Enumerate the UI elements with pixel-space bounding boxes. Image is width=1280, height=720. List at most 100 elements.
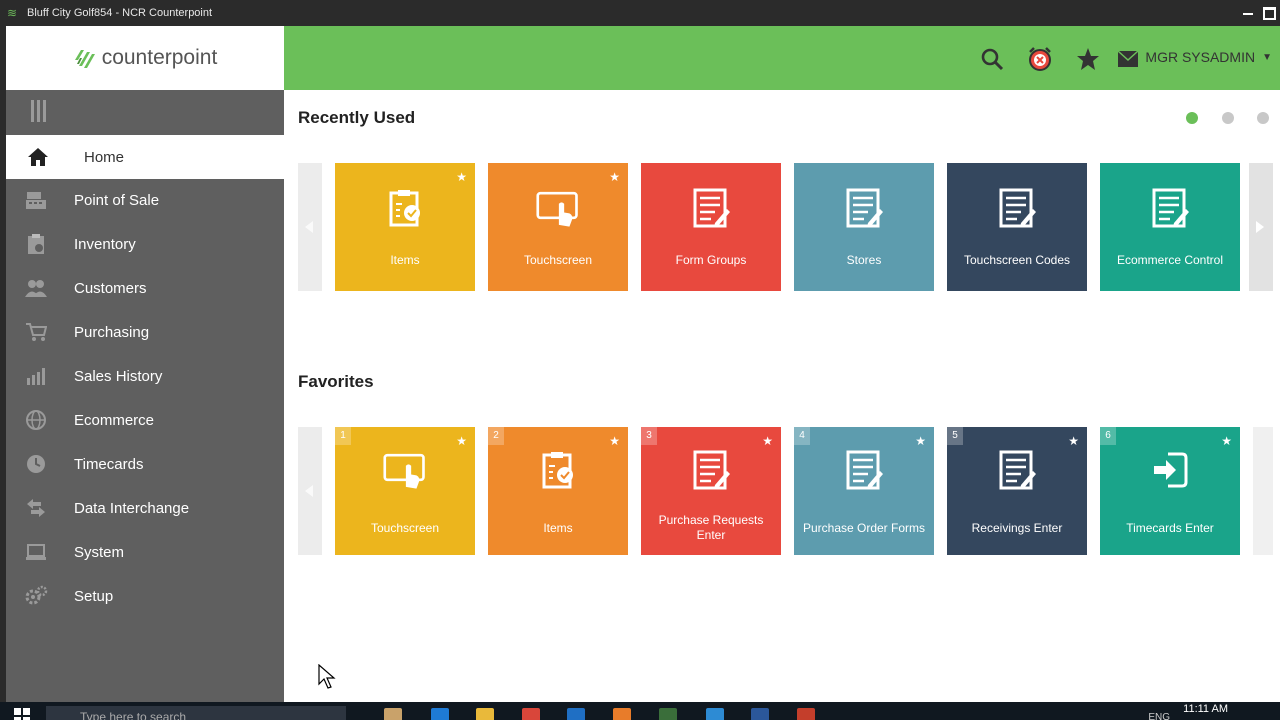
sidebar-item-label: Data Interchange xyxy=(74,499,190,517)
search-icon[interactable] xyxy=(979,46,1005,72)
tile-form-groups[interactable]: Form Groups xyxy=(641,163,781,291)
bar-chart-icon xyxy=(23,363,49,389)
word-icon[interactable] xyxy=(751,708,769,720)
app-logo-icon: ≋ xyxy=(7,6,18,20)
tile-stores[interactable]: Stores xyxy=(794,163,934,291)
firefox-icon[interactable] xyxy=(613,708,631,720)
sidebar-item-label: Home xyxy=(84,148,125,166)
favorites-title: Favorites xyxy=(298,372,374,391)
form-icon xyxy=(999,188,1036,228)
tile-number: 5 xyxy=(947,427,963,445)
page-dot-3[interactable] xyxy=(1257,112,1269,124)
globe-icon xyxy=(23,407,49,433)
mail-icon[interactable] xyxy=(1115,46,1141,72)
sidebar-item-label: Inventory xyxy=(74,235,136,253)
clipboard-icon xyxy=(23,231,49,257)
chrome-icon[interactable] xyxy=(522,708,540,720)
star-icon[interactable]: ★ xyxy=(609,170,620,184)
sidebar-item-label: Timecards xyxy=(74,455,144,473)
user-name: MGR SYSADMIN xyxy=(1145,49,1256,65)
file-explorer-icon[interactable] xyxy=(476,708,494,720)
favorite-tile-touchscreen[interactable]: 1 ★ Touchscreen xyxy=(335,427,475,555)
tile-items[interactable]: ★ Items xyxy=(335,163,475,291)
sidebar-item-setup[interactable]: Setup xyxy=(6,574,284,618)
minimize-button[interactable] xyxy=(1242,5,1254,17)
scroll-left-button[interactable] xyxy=(298,163,322,291)
favorite-tile-receivings-enter[interactable]: 5 ★ Receivings Enter xyxy=(947,427,1087,555)
vpn-icon[interactable] xyxy=(706,708,724,720)
favorites-scroll-right-button[interactable] xyxy=(1253,427,1273,555)
taskbar-clock[interactable]: 11:11 AM xyxy=(1183,702,1228,716)
sidebar-item-label: Sales History xyxy=(74,367,163,385)
favorite-tile-purchase-requests-enter[interactable]: 3 ★ Purchase Requests Enter xyxy=(641,427,781,555)
cart-icon xyxy=(23,319,49,345)
sidebar-item-sales-history[interactable]: Sales History xyxy=(6,354,284,398)
sidebar: Home Point of Sale Inventory Customers P xyxy=(6,90,284,702)
star-icon[interactable]: ★ xyxy=(1068,434,1079,448)
tile-touchscreen-codes[interactable]: Touchscreen Codes xyxy=(947,163,1087,291)
sign-in-icon xyxy=(1154,452,1188,488)
sidebar-item-data-interchange[interactable]: Data Interchange xyxy=(6,486,284,530)
tile-label: Purchase Requests Enter xyxy=(658,513,764,542)
maximize-button[interactable] xyxy=(1262,5,1276,20)
recorder-icon[interactable] xyxy=(797,708,815,720)
star-icon[interactable]: ★ xyxy=(456,170,467,184)
sidebar-item-system[interactable]: System xyxy=(6,530,284,574)
star-icon[interactable] xyxy=(1075,46,1101,72)
user-menu[interactable]: MGR SYSADMIN ▼ xyxy=(1145,49,1272,65)
language-indicator[interactable]: ENG xyxy=(1148,712,1170,720)
page-dot-1[interactable] xyxy=(1186,112,1198,124)
people-icon xyxy=(23,275,49,301)
star-icon[interactable]: ★ xyxy=(456,434,467,448)
star-icon[interactable]: ★ xyxy=(915,434,926,448)
favorite-tile-items[interactable]: 2 ★ Items xyxy=(488,427,628,555)
star-icon[interactable]: ★ xyxy=(762,434,773,448)
counterpoint-logo-icon xyxy=(74,50,95,68)
alarm-clock-icon[interactable] xyxy=(1027,46,1053,72)
tile-label: Purchase Order Forms xyxy=(802,521,926,535)
sidebar-item-inventory[interactable]: Inventory xyxy=(6,222,284,266)
taskbar-search-input[interactable]: Type here to search xyxy=(46,706,346,720)
star-icon[interactable]: ★ xyxy=(609,434,620,448)
favorites-scroll-left-button[interactable] xyxy=(298,427,322,555)
sidebar-item-label: Customers xyxy=(74,279,147,297)
main-content: Recently Used ★ Items ★ Touchscreen Form… xyxy=(284,90,1280,702)
sidebar-item-timecards[interactable]: Timecards xyxy=(6,442,284,486)
form-icon xyxy=(693,450,730,490)
star-icon[interactable]: ★ xyxy=(1221,434,1232,448)
counterpoint-taskbar-icon[interactable] xyxy=(659,708,677,720)
outlook-icon[interactable] xyxy=(567,708,585,720)
window-titlebar: ≋ Bluff City Golf854 - NCR Counterpoint xyxy=(0,0,1280,26)
sidebar-item-home[interactable]: Home xyxy=(6,135,284,179)
register-icon xyxy=(23,187,49,213)
sidebar-item-label: System xyxy=(74,543,125,561)
sidebar-item-label: Point of Sale xyxy=(74,191,160,209)
tile-number: 4 xyxy=(794,427,810,445)
form-icon xyxy=(999,450,1036,490)
edge-browser-icon[interactable] xyxy=(431,708,449,720)
favorite-tile-purchase-order-forms[interactable]: 4 ★ Purchase Order Forms xyxy=(794,427,934,555)
sidebar-item-customers[interactable]: Customers xyxy=(6,266,284,310)
store-app-icon[interactable] xyxy=(384,708,402,720)
page-dot-2[interactable] xyxy=(1222,112,1234,124)
clock-icon xyxy=(23,451,49,477)
sidebar-item-point-of-sale[interactable]: Point of Sale xyxy=(6,178,284,222)
tile-ecommerce-control[interactable]: Ecommerce Control xyxy=(1100,163,1240,291)
form-icon xyxy=(1152,188,1189,228)
touchscreen-icon xyxy=(383,453,425,489)
scroll-right-button[interactable] xyxy=(1249,163,1273,291)
menu-toggle-icon[interactable] xyxy=(31,100,47,122)
sidebar-item-ecommerce[interactable]: Ecommerce xyxy=(6,398,284,442)
taskbar: Type here to search ENG 11:11 AM xyxy=(0,702,1280,720)
sidebar-item-purchasing[interactable]: Purchasing xyxy=(6,310,284,354)
tile-label: Touchscreen Codes xyxy=(963,253,1071,267)
form-icon xyxy=(846,188,883,228)
favorite-tile-timecards-enter[interactable]: 6 ★ Timecards Enter xyxy=(1100,427,1240,555)
windows-start-icon[interactable] xyxy=(14,708,30,720)
logo[interactable]: counterpoint xyxy=(6,26,284,90)
sidebar-item-label: Purchasing xyxy=(74,323,150,341)
tile-touchscreen[interactable]: ★ Touchscreen xyxy=(488,163,628,291)
tile-label: Touchscreen xyxy=(523,253,593,267)
tile-label: Ecommerce Control xyxy=(1116,253,1224,267)
sidebar-item-label: Setup xyxy=(74,587,114,605)
